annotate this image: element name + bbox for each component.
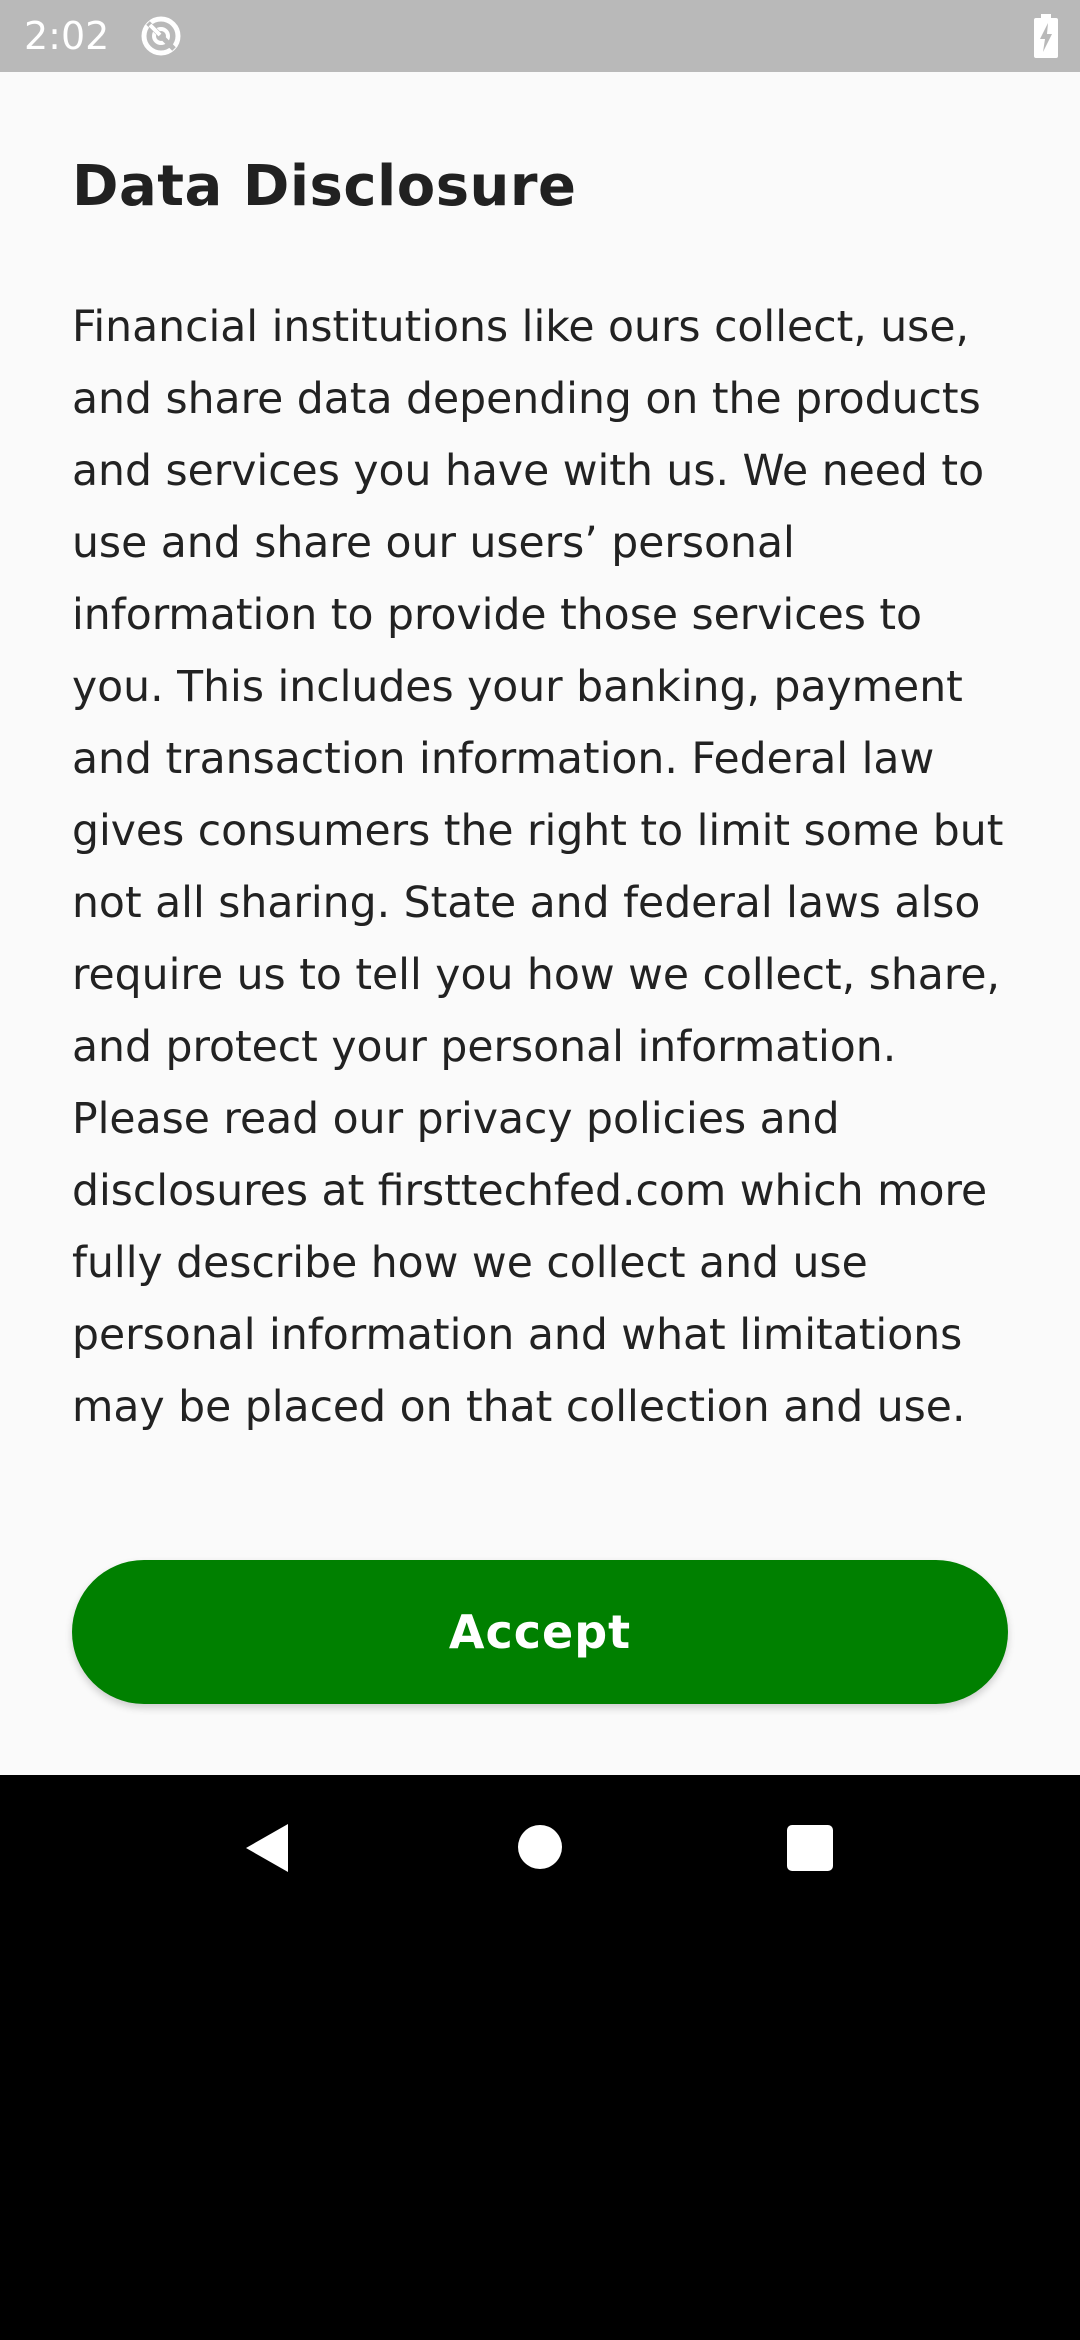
sync-icon	[141, 16, 181, 56]
disclosure-dialog: Data Disclosure Financial institutions l…	[0, 72, 1080, 1775]
back-icon[interactable]	[244, 1822, 290, 1874]
screen: 2:02 Data Disclosure Financial instituti…	[0, 0, 1080, 2340]
page-title: Data Disclosure	[72, 154, 577, 219]
status-time: 2:02	[24, 14, 110, 58]
accept-button[interactable]: Accept	[72, 1560, 1008, 1704]
recents-icon[interactable]	[787, 1825, 833, 1871]
status-bar: 2:02	[0, 0, 1080, 72]
home-icon[interactable]	[518, 1825, 562, 1869]
disclosure-body-text: Financial institutions like ours collect…	[72, 303, 1004, 1432]
navigation-bar	[0, 1775, 1080, 1919]
battery-charging-icon	[1034, 14, 1058, 58]
